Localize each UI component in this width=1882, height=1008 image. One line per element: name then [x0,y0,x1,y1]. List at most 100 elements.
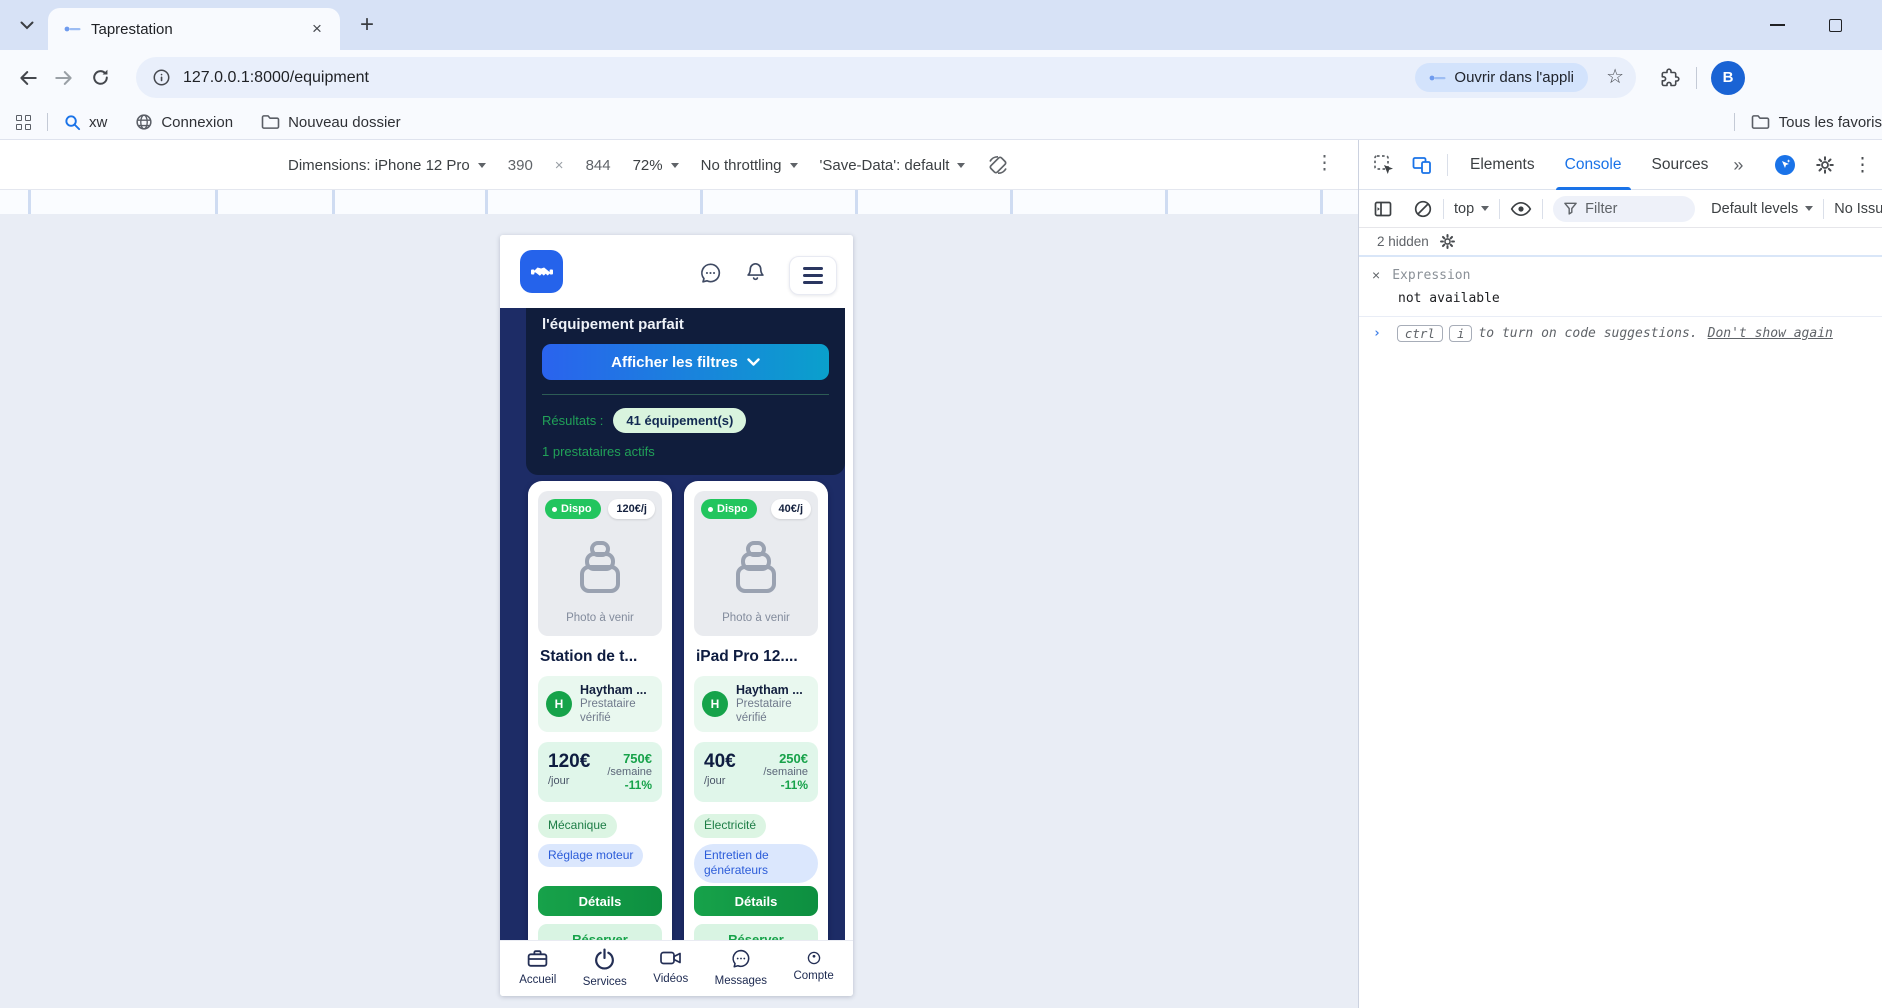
back-button[interactable] [10,60,46,96]
expression-value: not available [1359,285,1882,316]
device-height-input[interactable]: 844 [586,157,611,174]
tab-elements[interactable]: Elements [1455,140,1550,190]
hidden-count-label[interactable]: 2 hidden [1377,234,1429,249]
menu-button[interactable] [789,256,837,295]
zoom-selector[interactable]: 72% [633,157,679,174]
all-bookmarks-button[interactable]: Tous les favoris [1718,113,1882,131]
devtools-settings-button[interactable] [1815,155,1835,175]
show-filters-button[interactable]: Afficher les filtres [542,344,829,380]
save-data-selector[interactable]: 'Save-Data': default [820,157,966,174]
media-query-bar[interactable] [0,190,1358,214]
nav-item-accueil[interactable]: Accueil [519,948,556,986]
open-in-app-chip[interactable]: Ouvrir dans l'appli [1415,63,1588,92]
live-expression-eye-button[interactable] [1510,201,1532,217]
new-tab-button[interactable]: + [352,10,382,40]
price-badge: 40€/j [771,499,811,519]
reserve-button[interactable]: Réserver [694,924,818,940]
nav-item-services[interactable]: Services [583,948,627,988]
devtools-menu-button[interactable]: ⋮ [1853,154,1872,177]
dot-icon [708,507,713,512]
nav-item-messages[interactable]: Messages [715,948,767,987]
reload-button[interactable] [82,60,118,96]
throttling-label: No throttling [701,157,782,174]
device-toolbar: Dimensions: iPhone 12 Pro 390 × 844 72% … [0,140,1358,190]
tab-search-button[interactable] [12,10,42,40]
console-filter[interactable] [1553,196,1695,222]
tag-list: Électricité Entretien de générateurs [694,814,818,878]
account-icon [807,951,821,965]
brand-logo[interactable] [520,250,563,293]
chat-bubble-icon [730,948,752,970]
handshake-icon [530,260,554,284]
home-briefcase-icon [526,948,549,969]
bookmark-item-connexion[interactable]: Connexion [135,113,233,131]
filter-input[interactable] [1585,201,1685,217]
throttling-selector[interactable]: No throttling [701,157,798,174]
tab-console[interactable]: Console [1550,140,1637,190]
extensions-button[interactable] [1658,67,1680,89]
nav-label: Messages [715,975,767,987]
devtools-ai-button[interactable] [1773,153,1797,177]
toolbar-divider [1542,199,1543,219]
site-info-icon[interactable] [152,68,171,87]
nav-label: Vidéos [653,973,688,985]
bookmarks-divider [47,113,48,131]
bookmark-folder-nouveau-dossier[interactable]: Nouveau dossier [261,114,401,131]
context-selector[interactable]: top [1454,201,1489,217]
details-button[interactable]: Détails [538,886,662,916]
nav-label: Compte [793,970,833,982]
messages-header-button[interactable] [698,261,723,286]
hero-section: l'équipement parfait Afficher les filtre… [500,308,845,940]
nav-item-videos[interactable]: Vidéos [653,948,688,985]
browser-tab[interactable]: Taprestation × [48,8,340,50]
hero-heading-fragment: l'équipement parfait [542,316,829,333]
address-bar[interactable]: 127.0.0.1:8000/equipment Ouvrir dans l'a… [136,57,1636,98]
apps-grid-icon[interactable] [16,115,31,130]
details-button[interactable]: Détails [694,886,818,916]
sidebar-panel-icon [1373,199,1393,219]
log-levels-selector[interactable]: Default levels [1711,201,1813,217]
issues-counter[interactable]: No Issues [1834,201,1882,217]
dropdown-arrow-icon [671,163,679,168]
hidden-settings-button[interactable] [1439,233,1456,250]
phone-frame: l'équipement parfait Afficher les filtre… [500,235,853,996]
device-toolbar-menu-button[interactable]: ⋮ [1315,152,1334,175]
console-sidebar-toggle[interactable] [1373,199,1393,219]
tab-sources[interactable]: Sources [1637,140,1724,190]
clear-console-button[interactable] [1413,199,1433,219]
minimize-icon[interactable] [1770,24,1785,26]
inspect-element-button[interactable] [1373,154,1395,176]
device-selector-label: Dimensions: iPhone 12 Pro [288,157,470,174]
bookmark-star-icon[interactable]: ☆ [1606,64,1624,89]
expression-placeholder[interactable]: Expression [1392,268,1470,283]
dropdown-arrow-icon [1481,206,1489,211]
chevron-down-icon [20,21,34,30]
more-tabs-button[interactable]: » [1723,140,1753,190]
gear-icon [1815,155,1835,175]
provider-box[interactable]: H Haytham ... Prestataire vérifié [538,676,662,732]
reserve-button[interactable]: Réserver [538,924,662,940]
device-selector[interactable]: Dimensions: iPhone 12 Pro [288,157,486,174]
bookmark-item-xw[interactable]: xw [64,114,107,131]
profile-avatar[interactable]: B [1711,61,1745,95]
forward-button[interactable] [46,60,82,96]
nav-item-compte[interactable]: Compte [793,948,833,982]
notifications-button[interactable] [743,260,768,286]
dont-show-again-link[interactable]: Don't show again [1708,326,1833,341]
all-bookmarks-label: Tous les favoris [1779,114,1882,131]
price-badge: 120€/j [608,499,655,519]
results-label: Résultats : [542,413,603,428]
price-per-day: 120€ [548,751,590,773]
rotate-device-button[interactable] [987,154,1009,176]
photo-placeholder: Dispo 40€/j Photo à venir [694,491,818,636]
tab-close-icon[interactable]: × [306,18,328,40]
device-toolbar-toggle-button[interactable] [1411,154,1433,176]
provider-box[interactable]: H Haytham ... Prestataire vérifié [694,676,818,732]
globe-icon [135,113,153,131]
console-prompt-icon[interactable]: › [1373,326,1381,341]
maximize-icon[interactable] [1829,19,1842,32]
show-filters-label: Afficher les filtres [611,354,738,371]
device-width-input[interactable]: 390 [508,157,533,174]
remove-expression-icon[interactable]: × [1372,267,1380,283]
provider-status: Prestataire vérifié [736,697,810,726]
